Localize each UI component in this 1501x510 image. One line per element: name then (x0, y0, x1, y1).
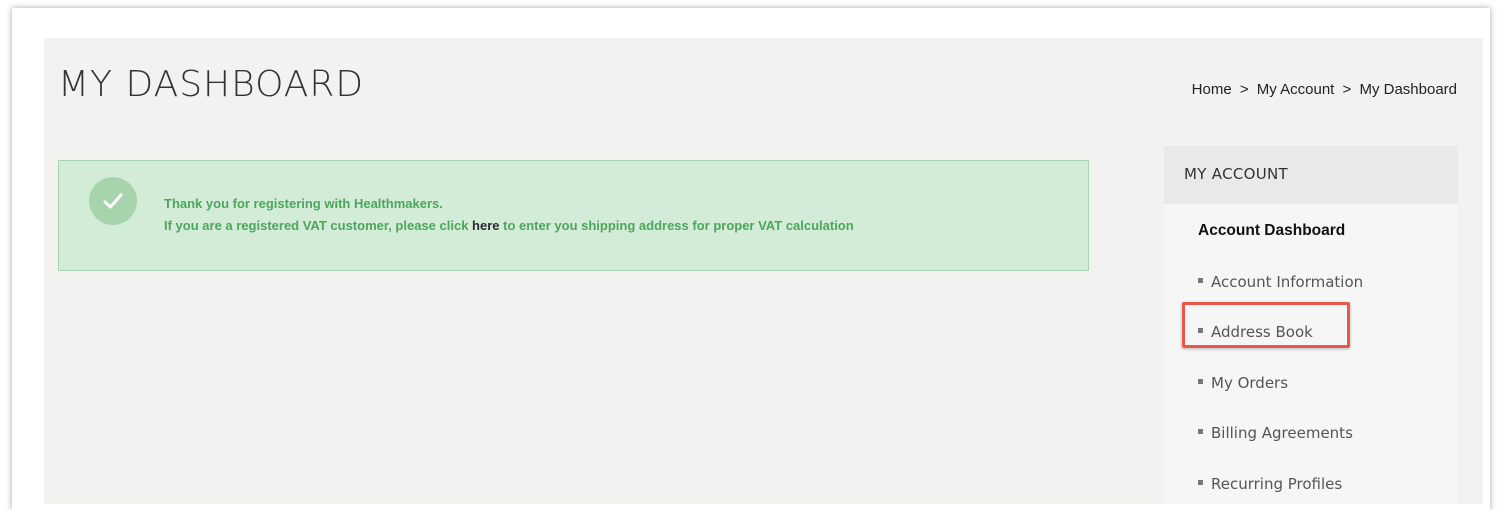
bullet-icon (1198, 429, 1203, 434)
sidebar-item-address-book[interactable]: Address Book (1198, 319, 1458, 370)
breadcrumb-current: My Dashboard (1359, 81, 1457, 98)
sidebar-item-label: Address Book (1211, 323, 1313, 341)
message-text-before: If you are a registered VAT customer, pl… (164, 218, 473, 233)
vat-here-link[interactable]: here (472, 218, 499, 233)
sidebar-item-label: Billing Agreements (1211, 424, 1353, 442)
sidebar-item-label: My Orders (1211, 373, 1289, 392)
sidebar-item-account-dashboard: Account Dashboard (1198, 218, 1458, 269)
sidebar-item-label: Account Information (1211, 272, 1364, 291)
account-sidebar: MY ACCOUNT Account Dashboard Account Inf… (1164, 146, 1458, 504)
bullet-icon (1198, 277, 1203, 283)
browser-frame: MY DASHBOARD Home > My Account > My Dash… (12, 8, 1490, 510)
message-text-after: to enter you shipping address for proper… (499, 218, 854, 233)
sidebar-item-my-orders[interactable]: My Orders (1198, 370, 1458, 421)
checkmark-icon (89, 177, 137, 225)
sidebar-item-recurring-profiles[interactable]: Recurring Profiles (1198, 471, 1458, 505)
bullet-icon (1198, 479, 1203, 485)
sidebar-header: MY ACCOUNT (1164, 146, 1458, 204)
dashboard-page: MY DASHBOARD Home > My Account > My Dash… (44, 38, 1483, 504)
sidebar-item-account-information[interactable]: Account Information (1198, 269, 1458, 320)
breadcrumb-home[interactable]: Home (1192, 81, 1232, 98)
success-message-line2: If you are a registered VAT customer, pl… (164, 215, 854, 237)
sidebar-item-label: Account Dashboard (1198, 222, 1346, 239)
page-title: MY DASHBOARD (58, 64, 365, 105)
breadcrumb-separator: > (1342, 81, 1352, 98)
breadcrumb: Home > My Account > My Dashboard (1192, 81, 1457, 98)
bullet-icon (1198, 328, 1203, 333)
sidebar-item-label: Recurring Profiles (1211, 474, 1343, 493)
sidebar-item-billing-agreements[interactable]: Billing Agreements (1198, 420, 1458, 471)
bullet-icon (1198, 378, 1203, 384)
breadcrumb-separator: > (1239, 81, 1249, 98)
success-message-text: Thank you for registering with Healthmak… (164, 193, 854, 237)
breadcrumb-my-account[interactable]: My Account (1257, 81, 1335, 98)
success-message-line1: Thank you for registering with Healthmak… (164, 196, 443, 211)
success-message: Thank you for registering with Healthmak… (58, 160, 1089, 271)
sidebar-nav: Account Dashboard Account Information Ad… (1164, 204, 1458, 504)
